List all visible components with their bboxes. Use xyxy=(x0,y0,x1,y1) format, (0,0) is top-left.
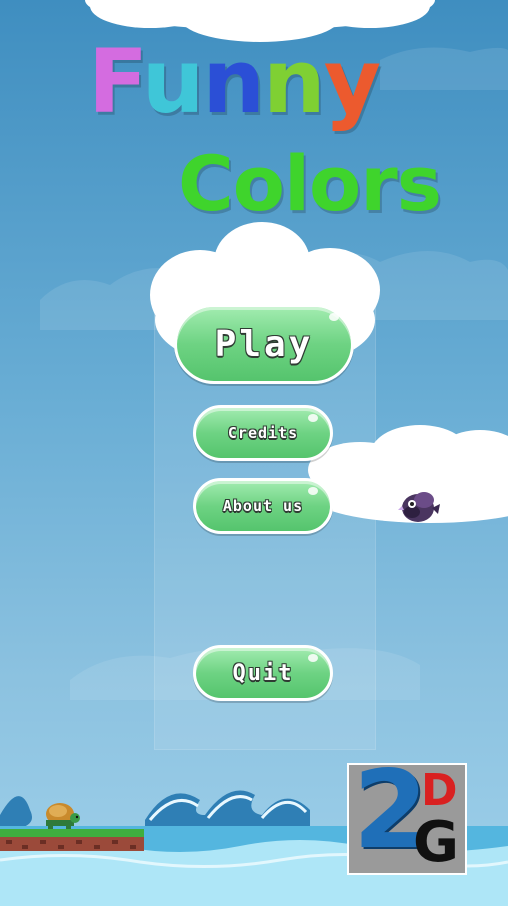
quit-button[interactable]: Quit xyxy=(193,645,333,701)
bg-cloud-top xyxy=(380,47,508,90)
flying-bird-enemy-icon xyxy=(398,492,440,522)
grass-platform xyxy=(0,829,144,851)
title-letter-u: u xyxy=(141,30,205,133)
about-us-button[interactable]: About us xyxy=(193,478,333,534)
play-button[interactable]: Play xyxy=(174,304,354,384)
logo-letter-d: D xyxy=(421,765,458,816)
studio-logo: 2 D G xyxy=(347,763,467,875)
title-letter-n2: n xyxy=(263,30,326,133)
title-letter-n1: n xyxy=(202,30,265,133)
turtle-player-icon xyxy=(46,803,80,829)
title-funny: Funny xyxy=(88,38,381,126)
credits-button[interactable]: Credits xyxy=(193,405,333,461)
title-colors: Colors xyxy=(178,139,442,228)
title-letter-y: y xyxy=(323,30,381,133)
title-letter-f: F xyxy=(88,30,144,133)
logo-letter-g: G xyxy=(413,810,459,875)
